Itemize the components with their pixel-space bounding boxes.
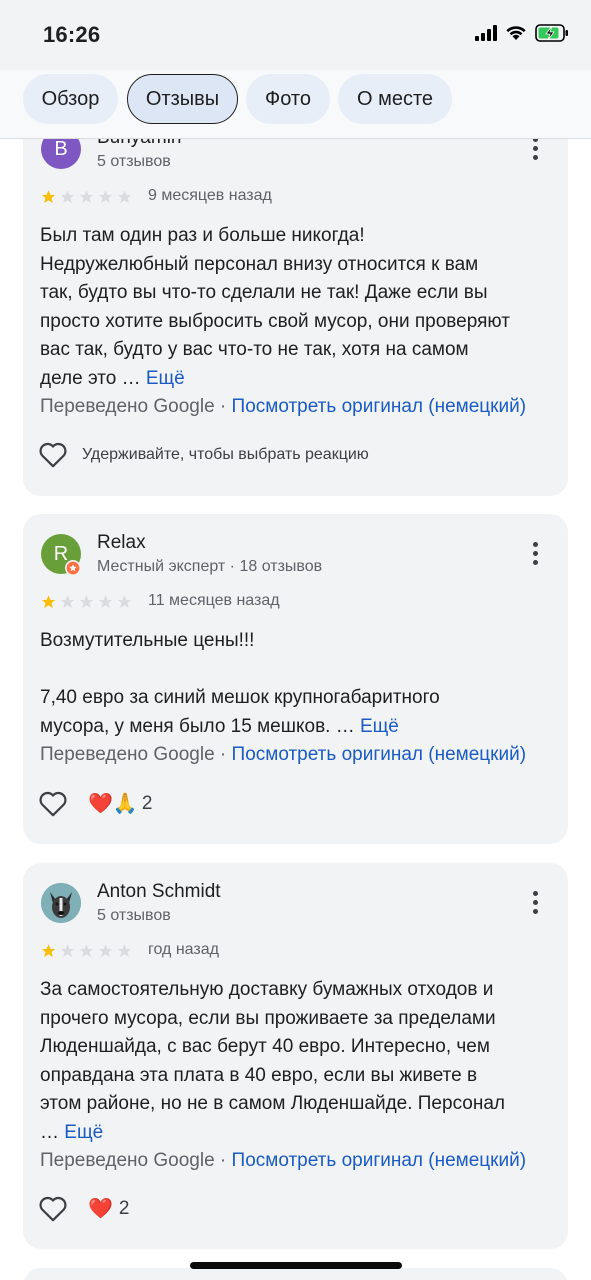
tab-reviews[interactable]: Отзывы: [127, 74, 238, 124]
star-empty-icon: [79, 595, 94, 608]
star-empty-icon: [117, 944, 132, 957]
reaction-emojis: ❤️: [88, 1198, 113, 1220]
review-text: Был там один раз и больше никогда! Недру…: [40, 225, 527, 417]
dog-photo-icon: [41, 883, 81, 923]
more-link[interactable]: Ещё: [146, 368, 185, 389]
reaction-count: 2: [141, 792, 153, 814]
reviewer-meta: Местный эксперт · 18 отзывов: [97, 558, 323, 575]
more-options-icon[interactable]: [530, 542, 540, 568]
review-card: [23, 1268, 568, 1280]
more-link[interactable]: Ещё: [64, 1122, 103, 1143]
more-link[interactable]: Ещё: [360, 716, 399, 737]
review-date: год назад: [148, 941, 219, 958]
review-text: За самостоятельную доставку бумажных отх…: [40, 979, 527, 1171]
tab-overview[interactable]: Обзор: [23, 74, 118, 124]
view-original-link[interactable]: Посмотреть оригинал (немецкий): [232, 744, 527, 765]
wifi-icon: [506, 26, 526, 40]
local-guide-badge-icon: [65, 560, 81, 576]
tab-bar: Обзор Отзывы Фото О месте: [0, 70, 591, 139]
review-text: Возмутительные цены!!! 7,40 евро за сини…: [40, 630, 527, 765]
tab-photos[interactable]: Фото: [246, 74, 330, 124]
battery-charging-icon: [535, 24, 568, 42]
review-date: 9 месяцев назад: [148, 187, 272, 204]
translated-label: Переведено Google: [40, 744, 215, 765]
star-empty-icon: [117, 595, 132, 608]
reaction-area[interactable]: ❤️ 2: [38, 1195, 129, 1222]
translated-label: Переведено Google: [40, 1150, 215, 1171]
review-card: R Relax Местный эксперт · 18 отзывов 11 …: [23, 514, 568, 844]
more-options-icon[interactable]: [530, 139, 540, 163]
star-empty-icon: [98, 944, 113, 957]
reaction-emojis: ❤️🙏: [88, 793, 138, 815]
star-empty-icon: [79, 944, 94, 957]
star-filled-icon: [41, 944, 56, 957]
rating-stars: [40, 943, 133, 959]
star-empty-icon: [117, 190, 132, 203]
rating-stars: [40, 189, 133, 205]
tab-label: О месте: [356, 87, 434, 110]
reviewer-meta: 5 отзывов: [97, 153, 171, 170]
reviewer-name[interactable]: Bunyamin: [97, 139, 182, 149]
reaction-count: 2: [118, 1197, 130, 1219]
tab-about[interactable]: О месте: [338, 74, 452, 124]
star-empty-icon: [98, 190, 113, 203]
status-bar: 16:26: [0, 0, 591, 70]
review-card: Anton Schmidt 5 отзывов год назад За сам…: [23, 863, 568, 1249]
status-time: 16:26: [43, 22, 101, 47]
heart-outline-icon[interactable]: [38, 790, 68, 817]
cellular-signal-icon: [475, 25, 497, 41]
home-indicator[interactable]: [190, 1262, 402, 1269]
more-options-icon[interactable]: [530, 891, 540, 917]
reviews-list[interactable]: B Bunyamin 5 отзывов 9 месяцев назад Был…: [0, 139, 591, 1280]
avatar[interactable]: B: [41, 139, 81, 169]
reaction-summary[interactable]: ❤️🙏 2: [88, 791, 152, 816]
review-card: B Bunyamin 5 отзывов 9 месяцев назад Был…: [23, 139, 568, 496]
star-empty-icon: [60, 190, 75, 203]
star-empty-icon: [79, 190, 94, 203]
translated-label: Переведено Google: [40, 396, 215, 417]
reaction-hint: Удерживайте, чтобы выбрать реакцию: [82, 445, 369, 463]
reaction-area[interactable]: Удерживайте, чтобы выбрать реакцию: [38, 441, 369, 468]
star-filled-icon: [41, 190, 56, 203]
review-date: 11 месяцев назад: [148, 592, 280, 609]
view-original-link[interactable]: Посмотреть оригинал (немецкий): [232, 1150, 527, 1171]
heart-outline-icon[interactable]: [38, 441, 68, 468]
reaction-area[interactable]: ❤️🙏 2: [38, 790, 152, 817]
tab-label: Отзывы: [145, 87, 220, 110]
reviewer-meta: 5 отзывов: [97, 907, 171, 924]
reviewer-name[interactable]: Anton Schmidt: [97, 881, 221, 903]
tab-label: Фото: [265, 87, 311, 110]
star-filled-icon: [41, 595, 56, 608]
status-icons: [475, 24, 569, 42]
reviewer-name[interactable]: Relax: [97, 532, 146, 554]
avatar[interactable]: [41, 883, 81, 923]
view-original-link[interactable]: Посмотреть оригинал (немецкий): [232, 396, 527, 417]
heart-outline-icon[interactable]: [38, 1195, 68, 1222]
reaction-summary[interactable]: ❤️ 2: [88, 1196, 129, 1221]
star-empty-icon: [60, 595, 75, 608]
tab-label: Обзор: [41, 87, 100, 110]
star-empty-icon: [98, 595, 113, 608]
star-empty-icon: [60, 944, 75, 957]
rating-stars: [40, 594, 133, 610]
